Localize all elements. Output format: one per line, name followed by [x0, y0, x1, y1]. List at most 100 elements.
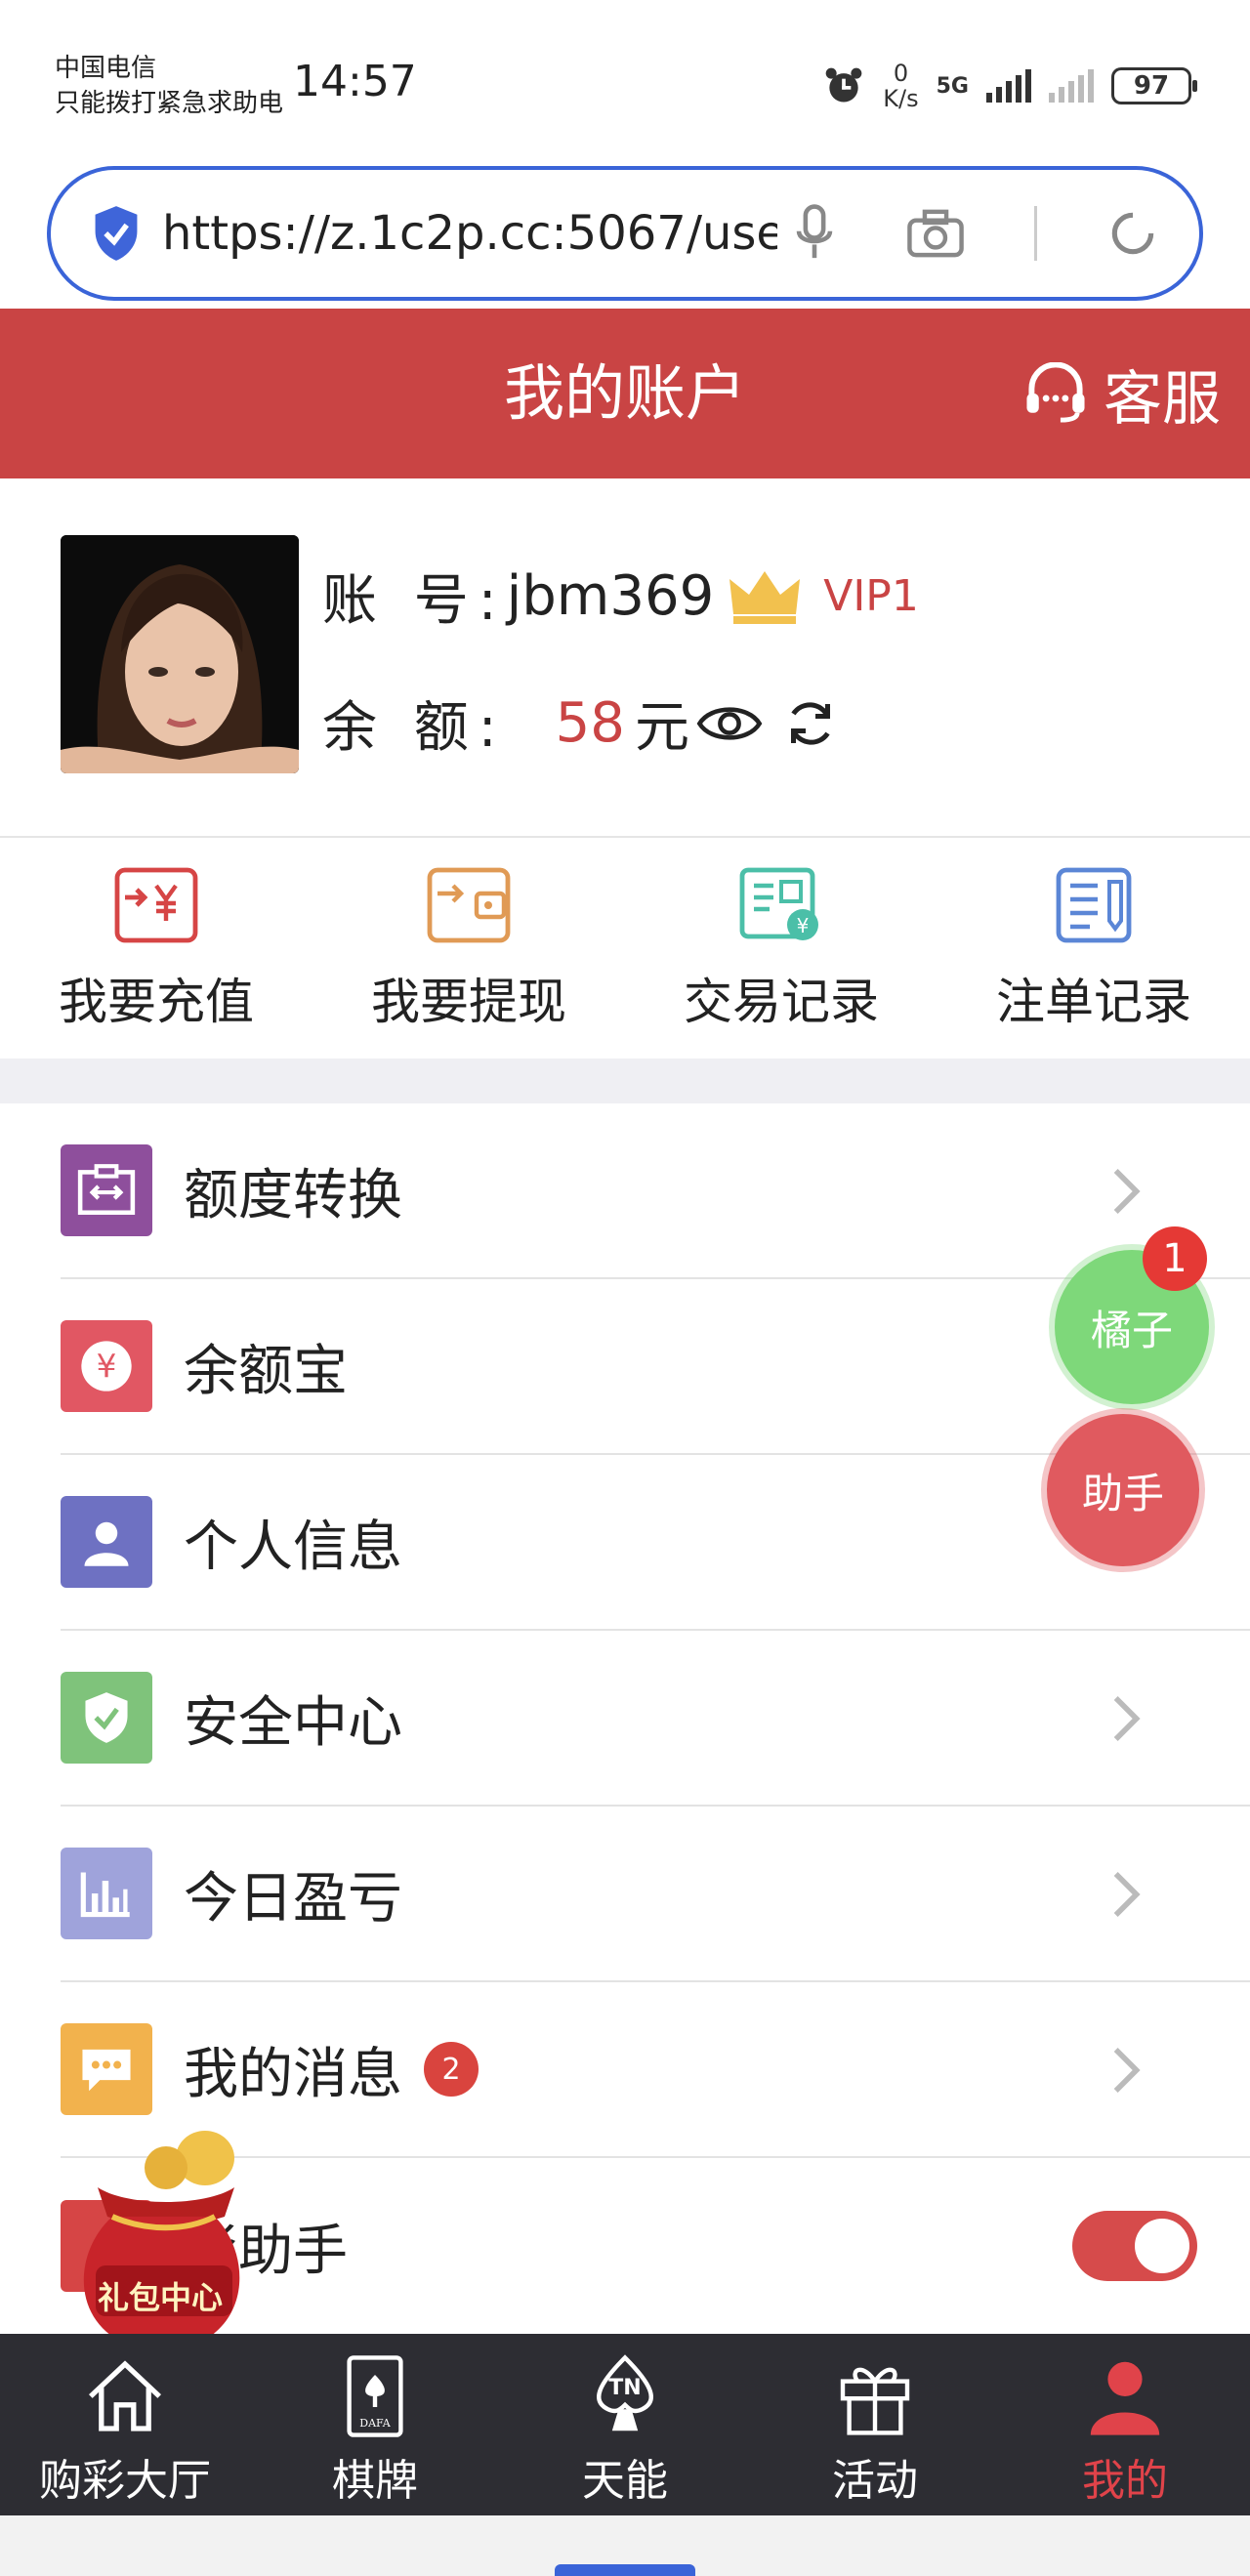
transfer-icon [61, 1144, 152, 1236]
person-icon [61, 1496, 152, 1588]
nav-lottery-hall[interactable]: 购彩大厅 [0, 2334, 250, 2515]
avatar[interactable] [61, 535, 299, 773]
page-header: 我的账户 客服 [0, 309, 1250, 478]
support-label: 客服 [1104, 364, 1221, 434]
alarm-icon [825, 67, 862, 103]
home-icon [88, 2360, 162, 2431]
reload-icon[interactable] [1105, 206, 1160, 261]
account-row: 账 号: jbm369 VIP1 [322, 557, 919, 636]
secure-shield-icon [95, 206, 138, 261]
nav-activities[interactable]: 活动 [750, 2334, 1000, 2515]
support-button[interactable]: 客服 [1021, 309, 1221, 478]
url-divider [1034, 206, 1037, 261]
net-speed: 0 K/s [883, 60, 919, 112]
status-icons: 0 K/s 5G 97 [822, 60, 1197, 112]
balance-label: 余 额: [322, 696, 507, 760]
battery-indicator: 97 [1111, 67, 1197, 104]
user-icon [1090, 2361, 1160, 2435]
chat-icon [61, 2023, 152, 2115]
helper-toggle[interactable] [1072, 2211, 1197, 2281]
action-label: 我要充值 [59, 974, 254, 1030]
menu-label: 余额宝 [184, 1339, 348, 1403]
account-value: jbm369 [506, 564, 715, 628]
headset-icon [1026, 362, 1085, 423]
bet-record-icon [1056, 867, 1132, 943]
chevron-right-icon [1113, 1169, 1141, 1214]
chevron-right-icon [1113, 1872, 1141, 1917]
carrier-name: 中国电信 [55, 54, 157, 83]
bottom-navigation: 购彩大厅 DAFA 棋牌 TN 天能 活动 我的 [0, 2334, 1250, 2515]
home-indicator[interactable] [555, 2564, 695, 2576]
refresh-icon[interactable] [781, 694, 840, 753]
juzi-badge: 1 [1143, 1226, 1207, 1291]
carrier-note: 只能拨打紧急求助电 [55, 89, 284, 118]
svg-text:¥: ¥ [797, 914, 810, 937]
card-icon: DAFA [347, 2355, 403, 2437]
menu-label: 安全中心 [184, 1690, 402, 1755]
menu-label: 今日盈亏 [184, 1866, 402, 1931]
chevron-right-icon [1113, 2048, 1141, 2093]
message-count-badge: 2 [424, 2042, 479, 2097]
nav-label: 我的 [1082, 2456, 1168, 2506]
transaction-record-icon: ¥ [739, 867, 818, 940]
menu-item-security[interactable]: 安全中心 [61, 1631, 1250, 1807]
transaction-record-button[interactable]: ¥ 交易记录 [625, 840, 938, 1059]
menu-label: 我的消息 [184, 2042, 402, 2106]
account-label: 账 号: [322, 569, 507, 633]
gift-icon [840, 2367, 910, 2435]
recharge-button[interactable]: 我要充值 [0, 840, 312, 1059]
bar-chart-icon [61, 1848, 152, 1939]
nav-tianneng[interactable]: TN 天能 [500, 2334, 750, 2515]
menu-label: 额度转换 [184, 1163, 402, 1227]
yuan-icon: ¥ [61, 1320, 152, 1412]
nav-label: 天能 [582, 2456, 668, 2506]
gift-bag-icon[interactable] [59, 2119, 264, 2363]
svg-text:DAFA: DAFA [359, 2417, 391, 2430]
crown-icon [729, 570, 801, 624]
nav-mine[interactable]: 我的 [1000, 2334, 1250, 2515]
status-time: 14:57 [293, 57, 417, 106]
tn-icon: TN [597, 2354, 653, 2431]
avatar-portrait [61, 535, 299, 773]
helper-floating-button[interactable]: 助手 [1047, 1414, 1199, 1566]
gift-center-label: 礼包中心 [97, 2279, 223, 2316]
signal-strength-icon [986, 69, 1031, 103]
balance-row: 余 额: 58 元 [322, 684, 840, 763]
vip-level: VIP1 [823, 571, 919, 621]
eye-icon[interactable] [695, 701, 764, 746]
section-divider [0, 1059, 1250, 1103]
bet-record-button[interactable]: 注单记录 [938, 840, 1250, 1059]
microphone-icon[interactable] [792, 202, 837, 265]
network-type: 5G [936, 73, 969, 99]
chevron-right-icon [1113, 1696, 1141, 1741]
withdraw-button[interactable]: 我要提现 [312, 840, 625, 1059]
action-label: 我要提现 [371, 974, 566, 1030]
profile-card: 账 号: jbm369 VIP1 余 额: 58 元 [0, 478, 1250, 838]
system-nav-bar [0, 2515, 1250, 2576]
carrier-info: 中国电信 只能拨打紧急求助电 [55, 51, 283, 121]
juzi-label: 橘子 [1090, 1306, 1173, 1354]
action-label: 注单记录 [996, 974, 1191, 1030]
nav-label: 活动 [832, 2456, 918, 2506]
svg-text:¥: ¥ [97, 1349, 117, 1386]
shield-check-icon [61, 1672, 152, 1764]
balance-unit: 元 [634, 696, 689, 760]
signal-sim2-icon [1049, 69, 1094, 103]
nav-label: 购彩大厅 [39, 2456, 211, 2506]
balance-value: 58 [555, 691, 625, 755]
address-bar[interactable]: https://z.1c2p.cc:5067/user [47, 166, 1203, 301]
url-text[interactable]: https://z.1c2p.cc:5067/user [162, 206, 777, 261]
status-bar: 中国电信 只能拨打紧急求助电 14:57 0 K/s 5G 97 [0, 0, 1250, 156]
withdraw-icon [427, 867, 511, 943]
helper-label: 助手 [1081, 1469, 1164, 1517]
nav-label: 棋牌 [332, 2456, 418, 2506]
camera-icon[interactable] [905, 207, 966, 260]
menu-item-transfer[interactable]: 额度转换 [61, 1103, 1250, 1279]
nav-card-games[interactable]: DAFA 棋牌 [250, 2334, 500, 2515]
recharge-icon [114, 867, 198, 943]
action-label: 交易记录 [684, 974, 879, 1030]
quick-actions: 我要充值 我要提现 ¥ 交易记录 注单记录 [0, 840, 1250, 1059]
menu-item-today-pnl[interactable]: 今日盈亏 [61, 1807, 1250, 1982]
menu-label: 个人信息 [184, 1515, 402, 1579]
svg-text:TN: TN [608, 2376, 641, 2400]
